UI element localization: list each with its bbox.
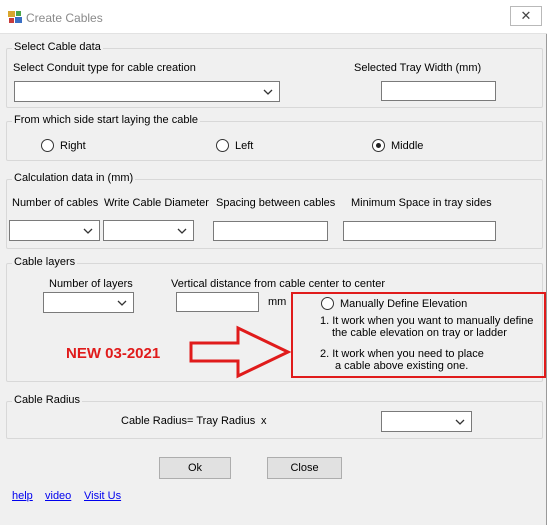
radio-left[interactable] [216, 139, 229, 152]
vertical-distance-field[interactable] [176, 292, 259, 312]
right-arrow-icon [189, 325, 292, 379]
num-cables-dropdown[interactable] [9, 220, 100, 241]
laying-side-group: From which side start laying the cable [6, 114, 543, 161]
video-link[interactable]: video [45, 490, 71, 502]
cable-radius-formula-label: Cable Radius= Tray Radius [121, 415, 256, 427]
num-layers-dropdown[interactable] [43, 292, 134, 313]
title-bar: Create Cables ✕ [0, 0, 547, 34]
help-link[interactable]: help [12, 490, 33, 502]
window-close-button[interactable]: ✕ [510, 6, 542, 26]
radio-left-label: Left [235, 140, 254, 152]
radio-right[interactable] [41, 139, 54, 152]
new-feature-highlight-box [291, 292, 546, 378]
min-space-label: Minimum Space in tray sides [351, 197, 492, 209]
laying-side-group-label: From which side start laying the cable [12, 114, 201, 126]
spacing-field[interactable] [213, 221, 328, 241]
window-title: Create Cables [26, 11, 103, 25]
cable-diameter-dropdown[interactable] [103, 220, 194, 241]
tray-width-field[interactable] [381, 81, 496, 101]
cable-diameter-label: Write Cable Diameter [104, 197, 209, 209]
cable-data-group-label: Select Cable data [12, 41, 103, 53]
app-icon [8, 11, 22, 23]
create-cables-window: Create Cables ✕ Select Cable data Select… [0, 0, 547, 525]
chevron-down-icon [263, 89, 273, 95]
chevron-down-icon [455, 419, 465, 425]
radius-multiplier-dropdown[interactable] [381, 411, 472, 432]
radio-right-label: Right [60, 140, 86, 152]
chevron-down-icon [83, 228, 93, 234]
chevron-down-icon [177, 228, 187, 234]
new-feature-label: NEW 03-2021 [66, 345, 161, 362]
radio-middle[interactable] [372, 139, 385, 152]
close-button[interactable]: Close [267, 457, 342, 479]
visit-us-link[interactable]: Visit Us [84, 490, 121, 502]
conduit-type-label: Select Conduit type for cable creation [13, 62, 196, 74]
vertical-distance-label: Vertical distance from cable center to c… [171, 278, 385, 290]
radio-middle-label: Middle [391, 140, 424, 152]
close-icon: ✕ [520, 8, 532, 23]
cable-layers-group-label: Cable layers [12, 256, 78, 268]
cable-radius-group-label: Cable Radius [12, 394, 83, 406]
radius-multiplier-label: x [261, 415, 267, 427]
min-space-field[interactable] [343, 221, 496, 241]
spacing-label: Spacing between cables [216, 197, 336, 209]
chevron-down-icon [117, 300, 127, 306]
tray-width-label: Selected Tray Width (mm) [354, 62, 482, 74]
calculation-group-label: Calculation data in (mm) [12, 172, 136, 184]
vertical-distance-unit: mm [268, 296, 287, 308]
num-layers-label: Number of layers [49, 278, 133, 290]
ok-button[interactable]: Ok [159, 457, 231, 479]
num-cables-label: Number of cables [12, 197, 99, 209]
conduit-type-dropdown[interactable] [14, 81, 280, 102]
